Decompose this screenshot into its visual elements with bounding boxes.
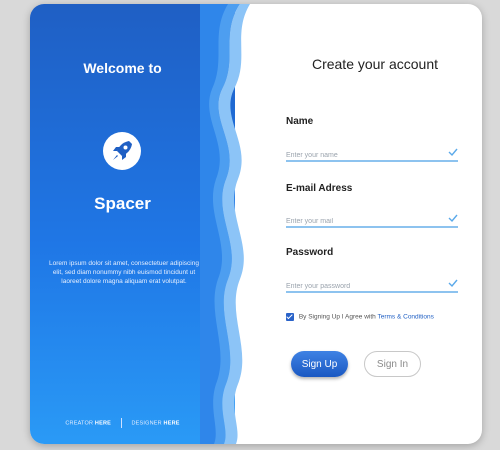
sign-up-button[interactable]: Sign Up [291,351,348,377]
password-field[interactable] [286,275,458,293]
password-input[interactable] [286,281,436,292]
terms-agreement: By Signing Up I Agree with Terms & Condi… [286,313,434,321]
check-icon [448,214,458,223]
brand-description: Lorem ipsum dolor sit amet, consectetuer… [49,260,199,285]
welcome-text: Welcome to [83,60,162,76]
email-label: E-mail Adress [286,183,353,194]
designer-value: HERE [163,420,180,427]
brand-name: Spacer [94,194,151,213]
email-input[interactable] [286,216,436,227]
name-label: Name [286,116,314,127]
name-input[interactable] [286,150,436,161]
wave-decoration [200,4,250,444]
agree-checkbox[interactable] [286,313,294,321]
creator-label: CREATOR [65,420,94,427]
password-label: Password [286,247,334,258]
credits-divider [120,418,122,428]
name-field[interactable] [286,144,458,162]
email-field[interactable] [286,210,458,228]
sign-in-button[interactable]: Sign In [364,351,421,377]
check-icon [448,279,458,288]
signup-card: Welcome to Spacer Lorem ipsum dolor sit … [30,4,482,444]
creator-value: HERE [94,420,111,427]
designer-label: DESIGNER [131,420,162,427]
agree-text: By Signing Up I Agree with [298,313,376,321]
form-title: Create your account [311,56,439,72]
credits: CREATOR HERE DESIGNER HERE [30,418,215,428]
terms-link[interactable]: Terms & Conditions [377,314,433,321]
check-icon [448,148,458,157]
rocket-icon [113,141,132,160]
logo [103,132,141,170]
